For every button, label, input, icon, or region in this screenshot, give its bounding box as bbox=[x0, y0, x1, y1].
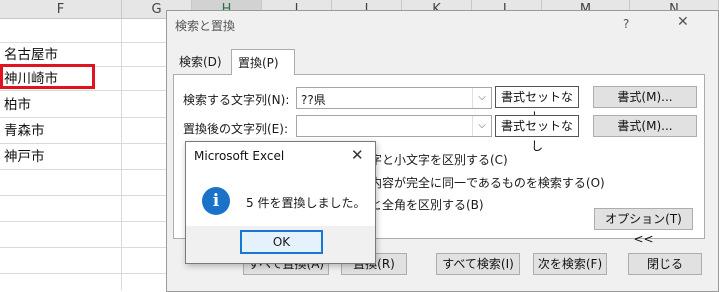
find-label: 検索する文字列(N): bbox=[183, 93, 290, 107]
close-button[interactable]: 閉じる bbox=[628, 253, 702, 275]
grid-line bbox=[0, 169, 180, 170]
chevron-down-icon[interactable]: ⌵ bbox=[472, 88, 491, 108]
chevron-down-icon[interactable]: ⌵ bbox=[472, 116, 491, 136]
find-format-button[interactable]: 書式(M)... bbox=[593, 86, 697, 108]
replace-input[interactable]: ⌵ bbox=[296, 115, 492, 137]
grid-line bbox=[0, 221, 180, 222]
grid-line bbox=[0, 273, 180, 274]
option-match-width[interactable]: と全角を区別する(B) bbox=[370, 196, 484, 213]
close-icon[interactable]: ✕ bbox=[351, 146, 364, 164]
tab-replace[interactable]: 置換(P) bbox=[231, 49, 295, 75]
message-box: Microsoft Excel ✕ i 5 件を置換しました。 OK bbox=[185, 141, 376, 264]
replace-label: 置換後の文字列(E): bbox=[183, 122, 288, 136]
grid-line bbox=[0, 143, 180, 144]
grid-line bbox=[0, 247, 180, 248]
tab-search[interactable]: 検索(D) bbox=[173, 51, 231, 73]
grid-line bbox=[0, 195, 180, 196]
cell-f-aomori[interactable]: 青森市 bbox=[4, 119, 45, 143]
replace-format-button[interactable]: 書式(M)... bbox=[593, 115, 697, 137]
cell-f-kobe[interactable]: 神戸市 bbox=[4, 145, 45, 169]
highlight-box bbox=[0, 64, 95, 89]
find-next-button[interactable]: 次を検索(F) bbox=[533, 253, 607, 275]
replace-format-preview: 書式セットなし bbox=[495, 115, 579, 153]
ok-button[interactable]: OK bbox=[240, 230, 323, 254]
find-all-button[interactable]: すべて検索(I) bbox=[436, 253, 520, 275]
message-text: 5 件を置換しました。 bbox=[246, 196, 366, 210]
dialog-title: 検索と置換 bbox=[175, 19, 236, 33]
dialog-close-button[interactable]: ✕ bbox=[677, 14, 689, 30]
options-button[interactable]: オプション(T) << bbox=[594, 208, 693, 246]
find-input[interactable]: ??県 ⌵ bbox=[296, 87, 492, 109]
find-format-preview: 書式セットなし bbox=[495, 86, 579, 124]
cell-f-kashiwa[interactable]: 柏市 bbox=[4, 93, 31, 117]
find-value: ??県 bbox=[301, 93, 326, 107]
grid-line bbox=[0, 117, 180, 118]
option-match-case[interactable]: 字と小文字を区別する(C) bbox=[370, 151, 508, 168]
option-whole-cell[interactable]: 内容が完全に同一であるものを検索する(O) bbox=[370, 174, 605, 191]
help-button[interactable]: ? bbox=[623, 17, 629, 31]
message-box-title: Microsoft Excel bbox=[194, 149, 285, 163]
grid-line bbox=[121, 19, 122, 290]
info-icon: i bbox=[202, 187, 230, 215]
column-header-f[interactable]: F bbox=[0, 0, 122, 19]
message-box-footer: OK bbox=[186, 226, 375, 263]
